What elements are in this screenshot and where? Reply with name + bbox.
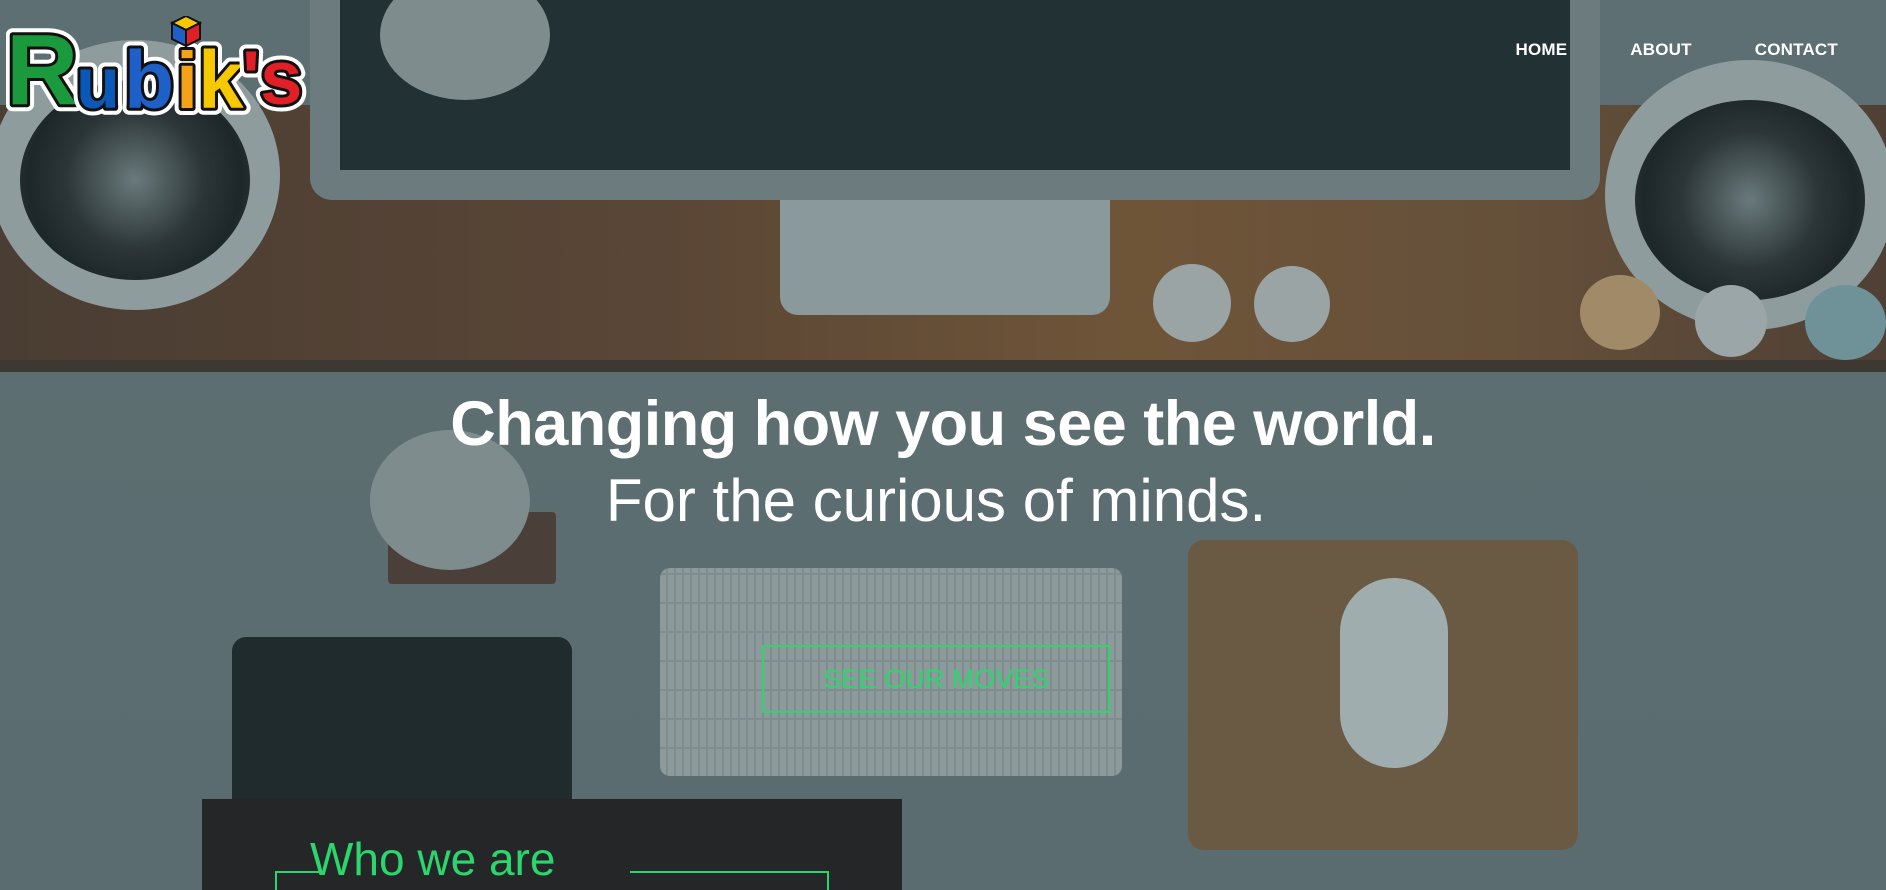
svg-text:k: k <box>198 35 244 126</box>
rubiks-logo[interactable]: R R u u b b i i k k 's 's <box>6 16 311 128</box>
about-section-title: Who we are <box>310 833 556 885</box>
coin <box>1153 264 1231 342</box>
toy-figure <box>1580 275 1660 350</box>
title-frame-right <box>630 871 828 873</box>
hero-subline: For the curious of minds. <box>605 467 1267 534</box>
title-frame-left-drop <box>275 871 277 890</box>
main-nav: HOME ABOUT CONTACT <box>1515 40 1838 60</box>
nav-about-link[interactable]: ABOUT <box>1630 40 1691 60</box>
svg-text:u: u <box>76 44 120 124</box>
monitor-stand <box>780 200 1110 315</box>
title-frame-right-drop <box>827 871 829 890</box>
svg-text:R: R <box>6 16 78 126</box>
desk-shelf-edge <box>0 360 1886 372</box>
hero-headline: Changing how you see the world. <box>450 389 1436 459</box>
nav-home-link[interactable]: HOME <box>1515 40 1567 60</box>
mouse <box>1340 578 1448 768</box>
svg-text:i: i <box>176 36 198 125</box>
svg-text:b: b <box>124 35 174 126</box>
toy-figure <box>1805 285 1886 360</box>
see-our-moves-button[interactable]: SEE OUR MOVES <box>762 645 1110 713</box>
cube-icon <box>169 16 203 48</box>
svg-text:'s: 's <box>242 36 302 121</box>
nav-contact-link[interactable]: CONTACT <box>1755 40 1838 60</box>
coin <box>1254 266 1330 342</box>
toy-figure <box>1695 285 1767 357</box>
